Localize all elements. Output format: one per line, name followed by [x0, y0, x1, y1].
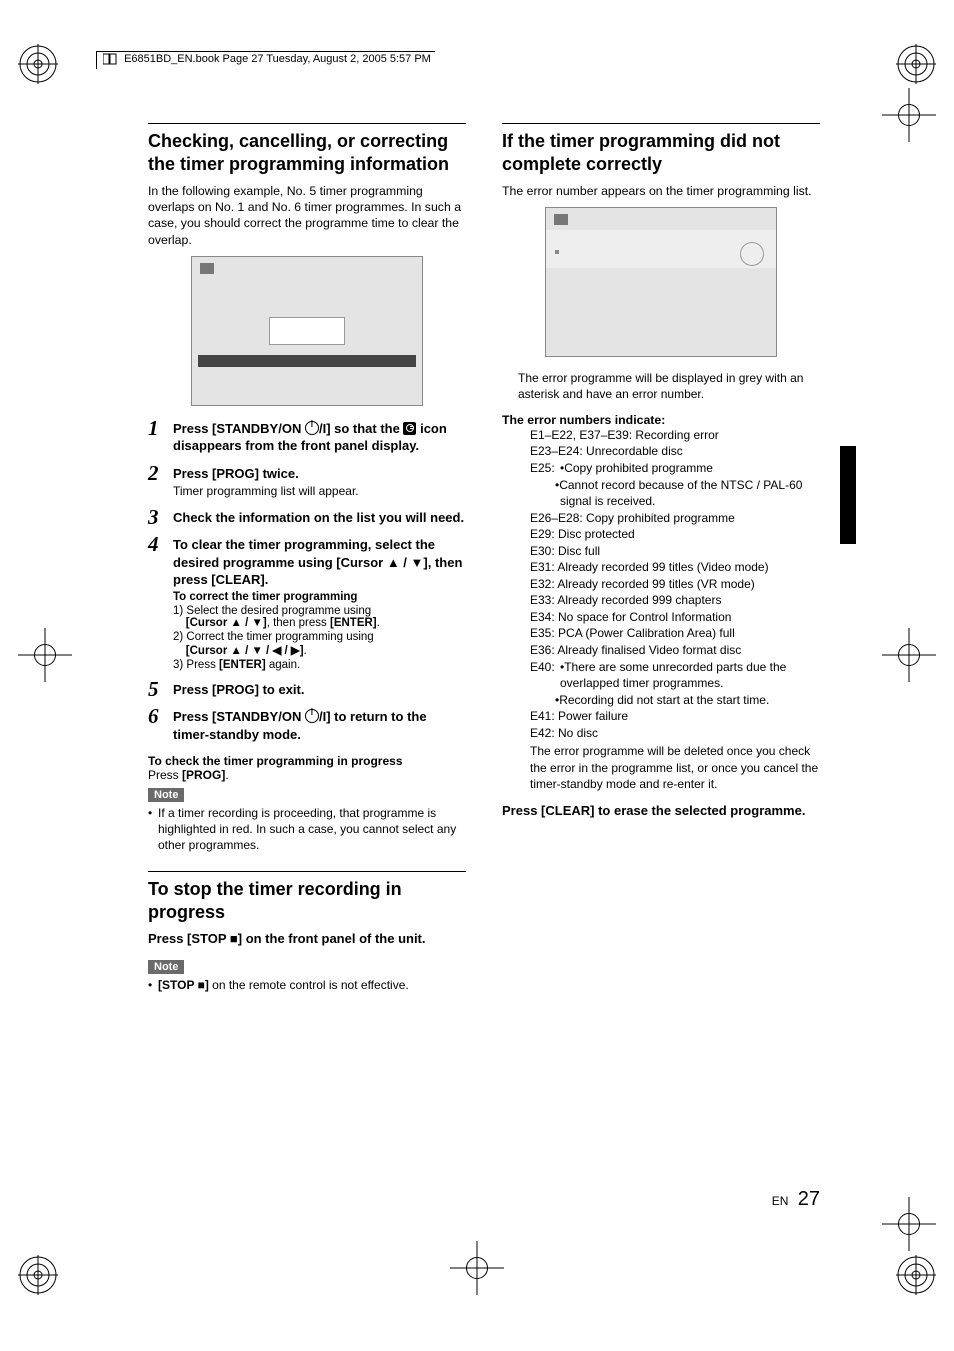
step-6: Press [STANDBY/ON /I] to return to the t… [148, 708, 466, 743]
book-icon [103, 53, 117, 70]
heading-error: If the timer programming did not complet… [502, 130, 820, 175]
crop-mark-left [18, 628, 72, 682]
step-3: Check the information on the list you wi… [148, 509, 466, 527]
clock-icon [403, 422, 416, 435]
framemaker-header: E6851BD_EN.book Page 27 Tuesday, August … [96, 51, 435, 69]
stop-instruction: Press [STOP ■] on the front panel of the… [148, 931, 466, 946]
reg-target-br [896, 1255, 936, 1295]
step-5: Press [PROG] to exit. [148, 681, 466, 699]
page-footer: EN 27 [772, 1188, 820, 1211]
header-text: E6851BD_EN.book Page 27 Tuesday, August … [124, 53, 431, 65]
step-1: Press [STANDBY/ON /I] so that the icon d… [148, 420, 466, 455]
crop-mark-br2 [882, 1197, 936, 1251]
check-progress-title: To check the timer programming in progre… [148, 754, 466, 768]
heading-check: Checking, cancelling, or correcting the … [148, 130, 466, 175]
crop-mark-right [882, 628, 936, 682]
note-label: Note [148, 960, 184, 974]
note-2: [STOP ■] on the remote control is not ef… [148, 977, 466, 993]
crop-mark-bc [450, 1241, 504, 1295]
steps-list: Press [STANDBY/ON /I] so that the icon d… [148, 420, 466, 744]
error-list-screenshot [545, 207, 777, 357]
error-caption: The error programme will be displayed in… [518, 371, 820, 403]
power-icon [305, 421, 319, 435]
intro-error: The error number appears on the timer pr… [502, 183, 820, 199]
step-2: Press [PROG] twice. Timer programming li… [148, 465, 466, 499]
crop-mark-tr [882, 88, 936, 142]
note-label: Note [148, 788, 184, 802]
power-icon [305, 709, 319, 723]
clear-instruction: Press [CLEAR] to erase the selected prog… [502, 803, 820, 818]
lang-code: EN [772, 1194, 789, 1208]
error-list: E1–E22, E37–E39: Recording error E23–E24… [530, 427, 820, 793]
timer-list-screenshot [191, 256, 423, 406]
page-number: 27 [798, 1188, 820, 1210]
reg-target-bl [18, 1255, 58, 1295]
left-column: Checking, cancelling, or correcting the … [148, 123, 466, 993]
reg-target-tl [18, 44, 58, 84]
heading-stop: To stop the timer recording in progress [148, 878, 466, 923]
note-1: If a timer recording is proceeding, that… [148, 805, 466, 854]
section-tab-label: Recording [840, 446, 852, 505]
intro-check: In the following example, No. 5 timer pr… [148, 183, 466, 248]
step-4: To clear the timer programming, select t… [148, 536, 466, 671]
error-numbers-title: The error numbers indicate: [502, 413, 820, 427]
reg-target-tr [896, 44, 936, 84]
right-column: If the timer programming did not complet… [502, 123, 820, 993]
